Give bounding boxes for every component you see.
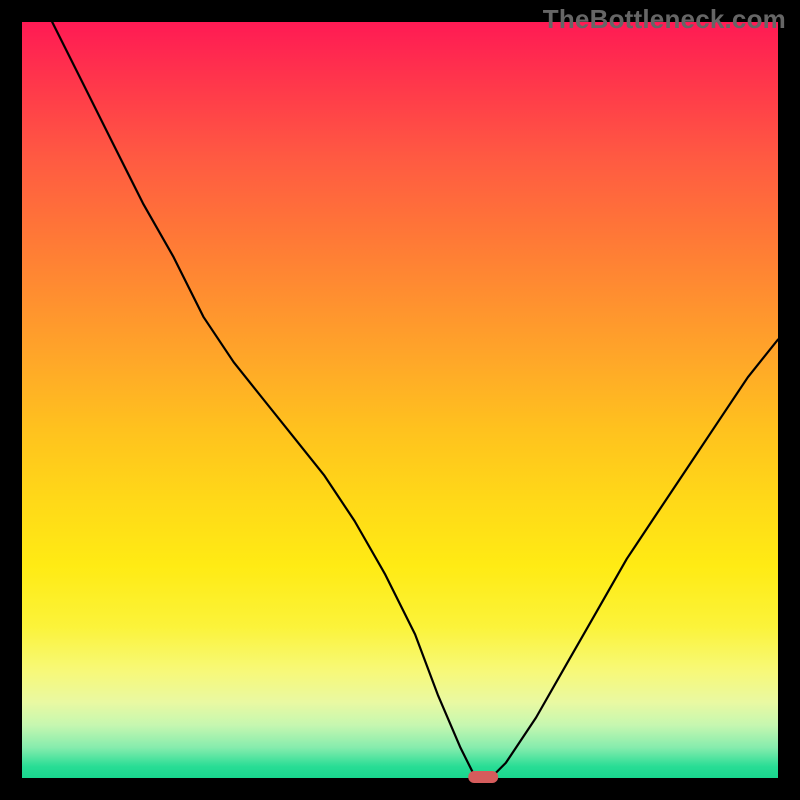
chart-frame: TheBottleneck.com (0, 0, 800, 800)
min-marker (468, 771, 498, 783)
plot-area (22, 22, 778, 778)
chart-svg (22, 22, 778, 778)
watermark-text: TheBottleneck.com (543, 4, 786, 35)
bottleneck-curve (52, 22, 778, 778)
